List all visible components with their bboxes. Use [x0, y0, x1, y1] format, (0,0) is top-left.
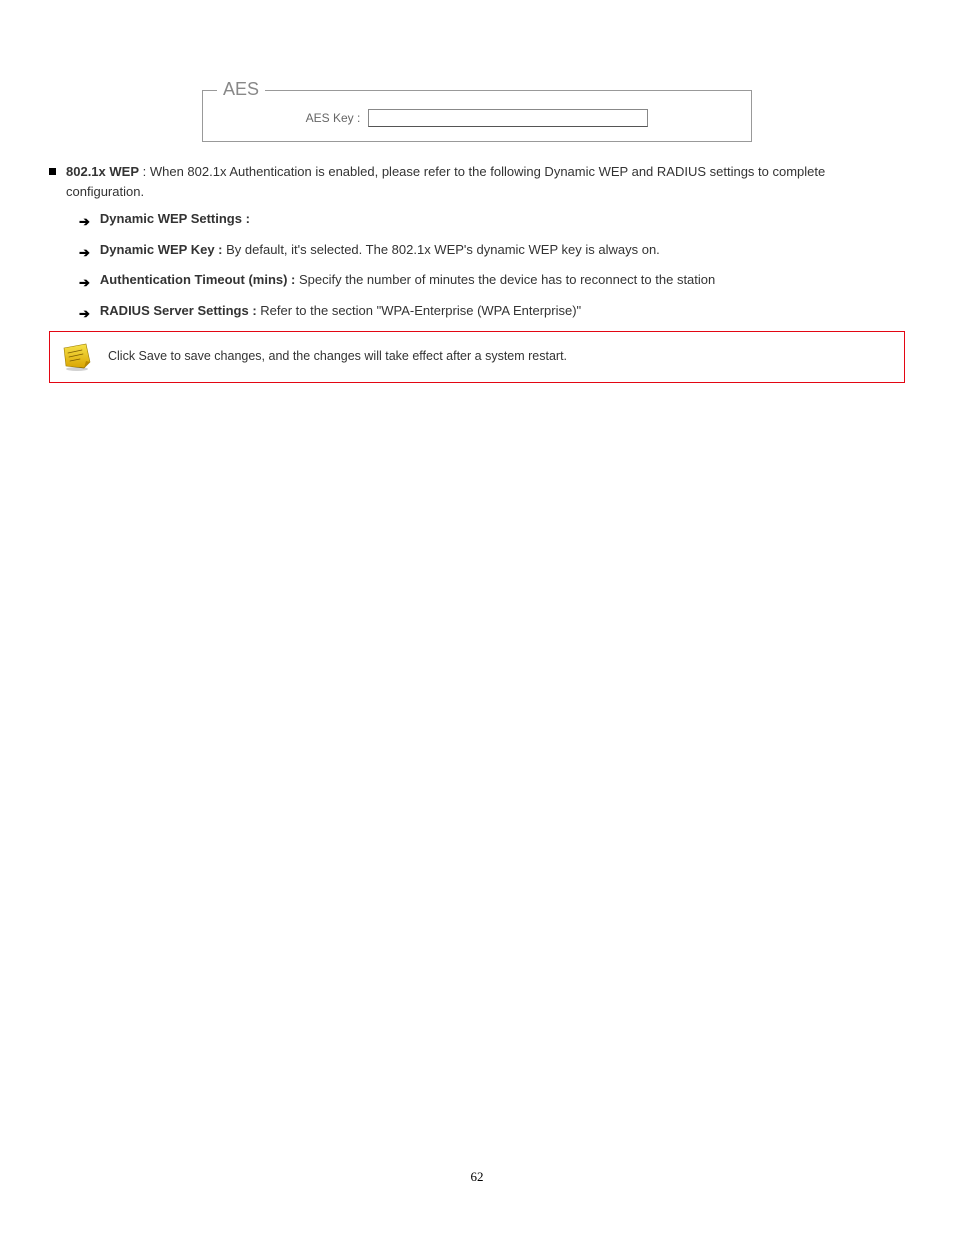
list-item: ➔ RADIUS Server Settings : Refer to the …	[79, 301, 905, 324]
list-item: ➔ Authentication Timeout (mins) : Specif…	[79, 270, 905, 293]
section-title-label: 802.1x WEP	[66, 164, 139, 179]
item-label: Dynamic WEP Key :	[100, 242, 223, 257]
arrow-right-icon: ➔	[79, 243, 90, 263]
document-page: AES AES Key : 802.1x WEP : When 802.1x A…	[0, 0, 954, 1235]
item-label: RADIUS Server Settings :	[100, 303, 257, 318]
section-title-rest: : When 802.1x Authentication is enabled,…	[66, 164, 825, 199]
aes-key-label: AES Key :	[306, 111, 361, 125]
content-block: 802.1x WEP : When 802.1x Authentication …	[45, 162, 909, 383]
item-label: Dynamic WEP Settings :	[100, 211, 250, 226]
aes-fieldset-figure: AES AES Key :	[202, 90, 752, 142]
item-rest: Specify the number of minutes the device…	[295, 272, 715, 287]
item-rest: By default, it's selected. The 802.1x WE…	[223, 242, 660, 257]
page-number: 62	[0, 1169, 954, 1185]
arrow-right-icon: ➔	[79, 273, 90, 293]
note-callout: Click Save to save changes, and the chan…	[49, 331, 905, 383]
aes-key-input[interactable]	[368, 109, 648, 127]
note-text: Click Save to save changes, and the chan…	[108, 348, 567, 366]
section-heading-row: 802.1x WEP : When 802.1x Authentication …	[49, 162, 905, 201]
arrow-right-icon: ➔	[79, 212, 90, 232]
note-icon	[60, 342, 94, 372]
list-item-text: Dynamic WEP Key : By default, it's selec…	[100, 240, 660, 260]
arrow-right-icon: ➔	[79, 304, 90, 324]
item-rest: Refer to the section "WPA-Enterprise (WP…	[257, 303, 581, 318]
list-item-text: Dynamic WEP Settings :	[100, 209, 250, 229]
list-item-text: Authentication Timeout (mins) : Specify …	[100, 270, 715, 290]
aes-legend: AES	[217, 79, 265, 100]
list-item: ➔ Dynamic WEP Settings :	[79, 209, 905, 232]
list-item-text: RADIUS Server Settings : Refer to the se…	[100, 301, 581, 321]
aes-field-row: AES Key :	[223, 109, 731, 127]
square-bullet-icon	[49, 168, 56, 175]
sub-list: ➔ Dynamic WEP Settings : ➔ Dynamic WEP K…	[79, 209, 905, 323]
list-item: ➔ Dynamic WEP Key : By default, it's sel…	[79, 240, 905, 263]
section-heading-text: 802.1x WEP : When 802.1x Authentication …	[66, 162, 905, 201]
item-label: Authentication Timeout (mins) :	[100, 272, 295, 287]
